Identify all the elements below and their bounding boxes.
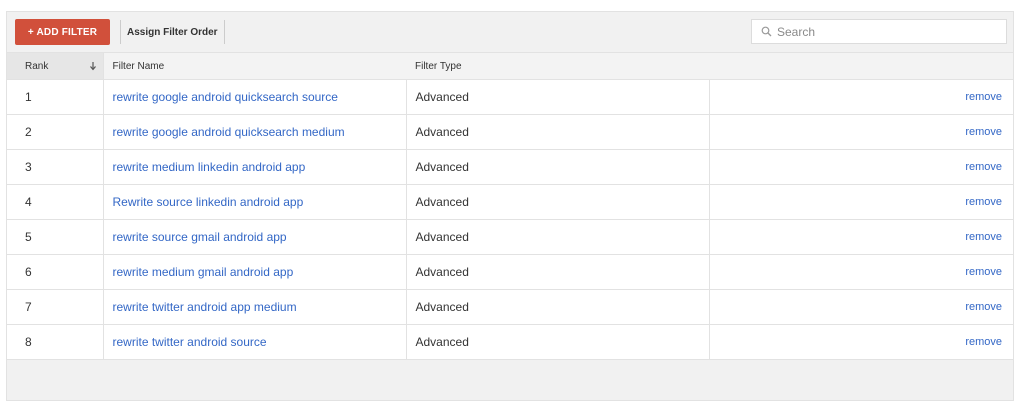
filter-name-link[interactable]: rewrite medium gmail android app xyxy=(103,254,407,290)
toolbar: + ADD FILTER Assign Filter Order xyxy=(7,12,1013,52)
column-header-filter-type[interactable]: Filter Type xyxy=(406,52,709,80)
search-box[interactable] xyxy=(751,19,1007,44)
remove-link[interactable]: remove xyxy=(709,79,1013,115)
column-header-label: Rank xyxy=(25,60,49,72)
filter-type-cell: Advanced xyxy=(406,219,710,255)
filter-name-link[interactable]: rewrite twitter android source xyxy=(103,324,407,360)
rank-cell: 4 xyxy=(7,184,104,220)
table-row: 8 rewrite twitter android source Advance… xyxy=(7,324,1013,360)
filter-type-cell: Advanced xyxy=(406,184,710,220)
table-row: 1 rewrite google android quicksearch sou… xyxy=(7,79,1013,115)
filter-type-cell: Advanced xyxy=(406,254,710,290)
remove-link[interactable]: remove xyxy=(709,324,1013,360)
table-header-row: Rank Filter Name Filter Type xyxy=(7,52,1013,80)
rank-cell: 5 xyxy=(7,219,104,255)
remove-link[interactable]: remove xyxy=(709,149,1013,185)
table-row: 3 rewrite medium linkedin android app Ad… xyxy=(7,149,1013,185)
remove-link[interactable]: remove xyxy=(709,114,1013,150)
remove-link[interactable]: remove xyxy=(709,184,1013,220)
filter-name-link[interactable]: rewrite medium linkedin android app xyxy=(103,149,407,185)
filters-table: Rank Filter Name Filter Type 1 rewrite g… xyxy=(7,52,1013,360)
rank-cell: 2 xyxy=(7,114,104,150)
filter-name-link[interactable]: rewrite google android quicksearch sourc… xyxy=(103,79,407,115)
filter-type-cell: Advanced xyxy=(406,79,710,115)
rank-cell: 6 xyxy=(7,254,104,290)
filter-name-link[interactable]: rewrite twitter android app medium xyxy=(103,289,407,325)
rank-cell: 7 xyxy=(7,289,104,325)
filter-name-link[interactable]: Rewrite source linkedin android app xyxy=(103,184,407,220)
table-row: 7 rewrite twitter android app medium Adv… xyxy=(7,289,1013,325)
table-row: 5 rewrite source gmail android app Advan… xyxy=(7,219,1013,255)
search-icon xyxy=(759,25,773,39)
remove-link[interactable]: remove xyxy=(709,289,1013,325)
table-row: 6 rewrite medium gmail android app Advan… xyxy=(7,254,1013,290)
column-header-rank[interactable]: Rank xyxy=(7,52,104,80)
column-header-actions xyxy=(709,52,1013,80)
filter-type-cell: Advanced xyxy=(406,289,710,325)
assign-filter-order-button[interactable]: Assign Filter Order xyxy=(120,20,225,44)
column-header-filter-name[interactable]: Filter Name xyxy=(103,52,406,80)
rank-cell: 8 xyxy=(7,324,104,360)
filter-type-cell: Advanced xyxy=(406,324,710,360)
table-row: 2 rewrite google android quicksearch med… xyxy=(7,114,1013,150)
filter-name-link[interactable]: rewrite source gmail android app xyxy=(103,219,407,255)
filter-name-link[interactable]: rewrite google android quicksearch mediu… xyxy=(103,114,407,150)
down-arrow-icon xyxy=(89,61,97,71)
filters-panel: + ADD FILTER Assign Filter Order Rank xyxy=(6,11,1014,401)
add-filter-button[interactable]: + ADD FILTER xyxy=(15,19,110,45)
filter-type-cell: Advanced xyxy=(406,149,710,185)
remove-link[interactable]: remove xyxy=(709,219,1013,255)
search-input[interactable] xyxy=(777,24,997,39)
rank-cell: 3 xyxy=(7,149,104,185)
filter-type-cell: Advanced xyxy=(406,114,710,150)
rank-cell: 1 xyxy=(7,79,104,115)
table-row: 4 Rewrite source linkedin android app Ad… xyxy=(7,184,1013,220)
remove-link[interactable]: remove xyxy=(709,254,1013,290)
